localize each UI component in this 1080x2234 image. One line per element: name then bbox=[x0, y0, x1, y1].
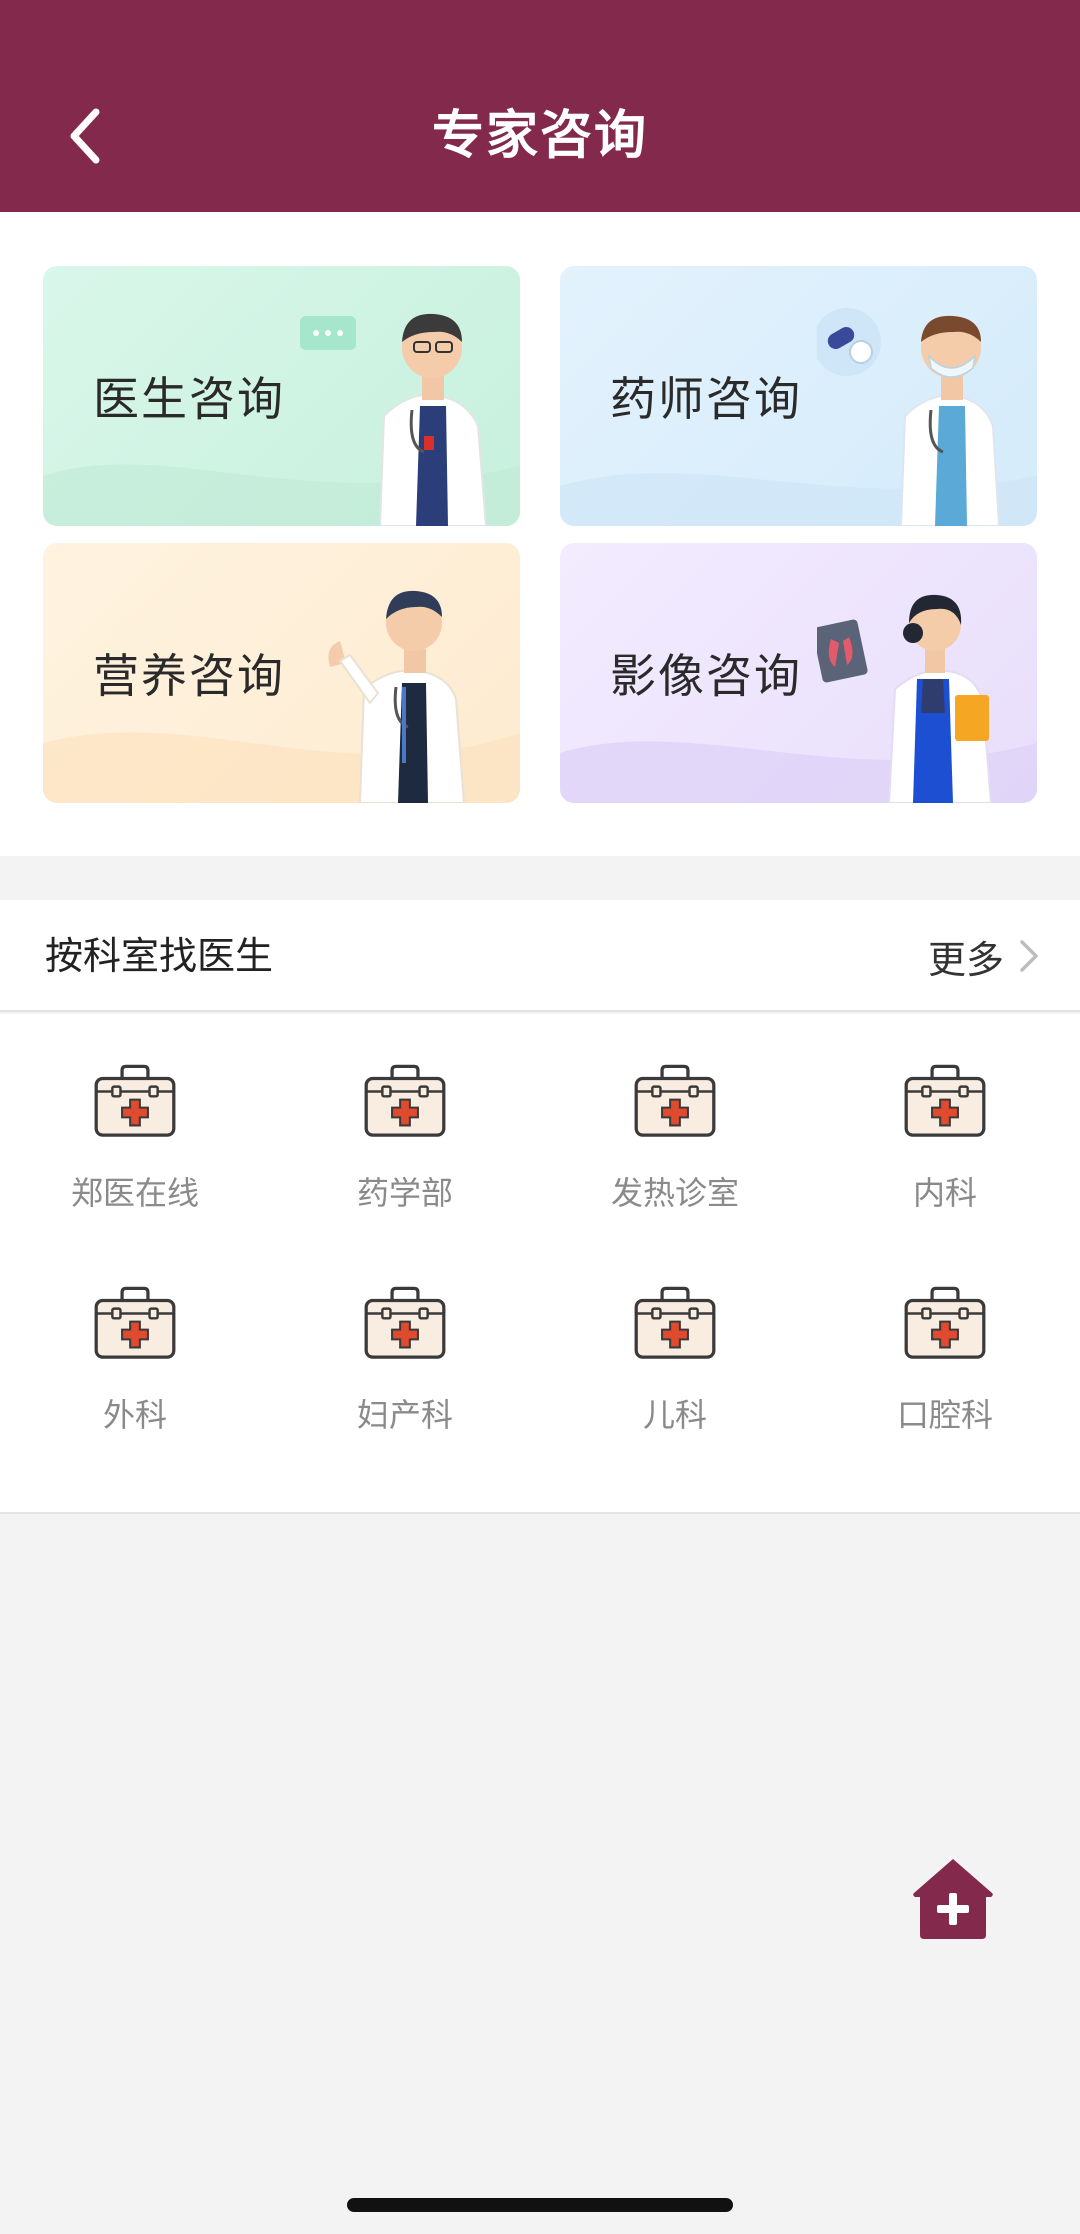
medical-kit-icon bbox=[94, 1286, 176, 1359]
card-label: 药师咨询 bbox=[610, 372, 802, 426]
home-plus-icon bbox=[913, 1859, 993, 1939]
department-label: 口腔科 bbox=[896, 1396, 993, 1434]
medical-kit-icon bbox=[364, 1286, 446, 1359]
pharmacist-consult-card[interactable]: 药师咨询 bbox=[560, 266, 1037, 526]
medical-kit-icon bbox=[94, 1064, 176, 1137]
department-label: 发热诊室 bbox=[610, 1174, 739, 1212]
department-item[interactable]: 药学部 bbox=[270, 1014, 540, 1214]
card-label: 医生咨询 bbox=[93, 372, 285, 426]
department-grid: 郑医在线 药学部 发热诊室 内科 外科 妇产科 儿科 口腔科 bbox=[0, 1014, 1080, 1514]
page-title: 专家咨询 bbox=[431, 106, 648, 166]
department-label: 药学部 bbox=[356, 1174, 453, 1212]
pharmacist-pill-illustration bbox=[817, 308, 1001, 526]
department-label: 儿科 bbox=[642, 1396, 707, 1434]
nutritionist-illustration bbox=[328, 590, 466, 803]
medical-kit-icon bbox=[634, 1064, 716, 1137]
department-section-header: 按科室找医生 更多 bbox=[0, 900, 1080, 1012]
medical-kit-icon bbox=[634, 1286, 716, 1359]
medical-kit-icon bbox=[904, 1286, 986, 1359]
department-label: 妇产科 bbox=[356, 1396, 453, 1434]
card-label: 营养咨询 bbox=[93, 649, 285, 703]
department-item[interactable]: 儿科 bbox=[540, 1236, 810, 1436]
department-label: 郑医在线 bbox=[70, 1174, 199, 1212]
department-item[interactable]: 发热诊室 bbox=[540, 1014, 810, 1214]
home-indicator bbox=[347, 2198, 733, 2212]
card-label: 影像咨询 bbox=[610, 649, 802, 703]
doctor-chat-illustration bbox=[300, 313, 488, 526]
radiology-xray-illustration bbox=[817, 594, 993, 803]
department-item[interactable]: 内科 bbox=[810, 1014, 1080, 1214]
chevron-right-icon bbox=[1020, 940, 1038, 972]
more-link[interactable]: 更多 bbox=[928, 900, 1040, 1012]
nutrition-consult-card[interactable]: 营养咨询 bbox=[43, 543, 520, 803]
medical-kit-icon bbox=[904, 1064, 986, 1137]
department-item[interactable]: 口腔科 bbox=[810, 1236, 1080, 1436]
imaging-consult-card[interactable]: 影像咨询 bbox=[560, 543, 1037, 803]
department-label: 内科 bbox=[912, 1174, 977, 1212]
medical-kit-icon bbox=[364, 1064, 446, 1137]
section-title: 按科室找医生 bbox=[45, 934, 274, 978]
department-label: 外科 bbox=[102, 1396, 167, 1434]
department-item[interactable]: 妇产科 bbox=[270, 1236, 540, 1436]
department-item[interactable]: 郑医在线 bbox=[0, 1014, 270, 1214]
app-header: 专家咨询 bbox=[0, 0, 1080, 212]
doctor-consult-card[interactable]: 医生咨询 bbox=[43, 266, 520, 526]
consult-cards-section: 医生咨询 药师咨询 营养咨询 影像咨询 bbox=[0, 212, 1080, 856]
more-label: 更多 bbox=[927, 937, 1004, 982]
home-floating-button[interactable] bbox=[910, 1855, 996, 1941]
department-item[interactable]: 外科 bbox=[0, 1236, 270, 1436]
